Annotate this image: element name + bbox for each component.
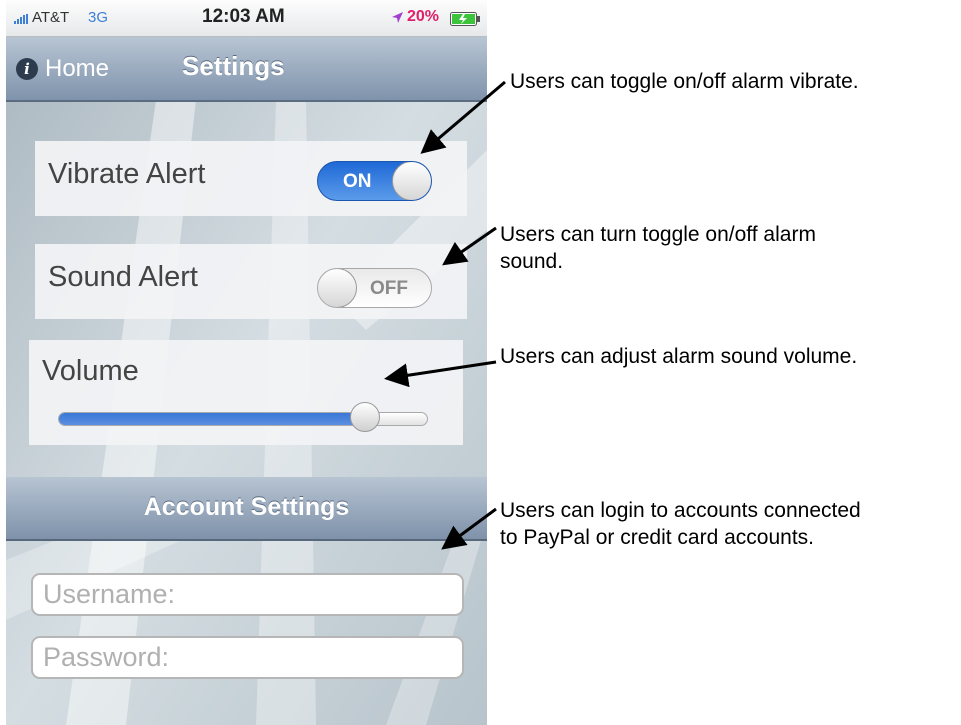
annotation-vibrate: Users can toggle on/off alarm vibrate. [510,70,859,93]
navigation-bar: i Home Settings [6,37,487,102]
account-settings-title: Account Settings [143,493,350,521]
username-field[interactable] [31,573,464,616]
battery-percent: 20% [407,8,440,25]
toggle-knob [318,269,357,307]
sound-alert-label: Sound Alert [48,261,198,293]
phone-screen: AT&T 3G 12:03 AM 20% i Home Settings Vib… [6,0,487,725]
annotation-sound-line2: sound. [500,250,564,273]
volume-label: Volume [42,355,139,387]
status-time: 12:03 AM [202,6,285,27]
vibrate-alert-row: Vibrate Alert ON [35,141,467,216]
toggle-knob [392,162,431,200]
annotation-account-line2: to PayPal or credit card accounts. [500,526,814,549]
volume-slider-thumb[interactable] [350,402,381,432]
home-button[interactable]: i Home [16,55,109,83]
page-title: Settings [182,51,285,81]
annotation-sound: Users can turn toggle on/off alarm sound… [500,221,816,275]
sound-alert-row: Sound Alert OFF [35,244,467,319]
status-bar: AT&T 3G 12:03 AM 20% [6,0,487,37]
annotation-account-line1: Users can login to accounts connected [500,499,861,522]
sound-alert-toggle[interactable]: OFF [317,268,432,308]
volume-slider-fill [59,413,367,425]
annotation-sound-line1: Users can turn toggle on/off alarm [500,223,816,246]
location-arrow-icon [392,12,403,23]
home-label: Home [45,55,110,82]
vibrate-alert-toggle[interactable]: ON [317,161,432,201]
annotation-volume: Users can adjust alarm sound volume. [500,345,858,368]
volume-row: Volume [29,340,463,445]
vibrate-alert-label: Vibrate Alert [48,158,206,190]
toggle-on-text: ON [343,171,372,192]
password-field[interactable] [31,636,464,679]
info-icon: i [16,58,38,80]
carrier-name: AT&T [32,9,70,26]
toggle-off-text: OFF [370,278,408,299]
battery-charging-icon [450,12,480,26]
annotation-account: Users can login to accounts connected to… [500,497,861,551]
account-settings-header: Account Settings [6,477,487,541]
network-type: 3G [88,9,109,26]
signal-bars-icon [14,14,28,24]
